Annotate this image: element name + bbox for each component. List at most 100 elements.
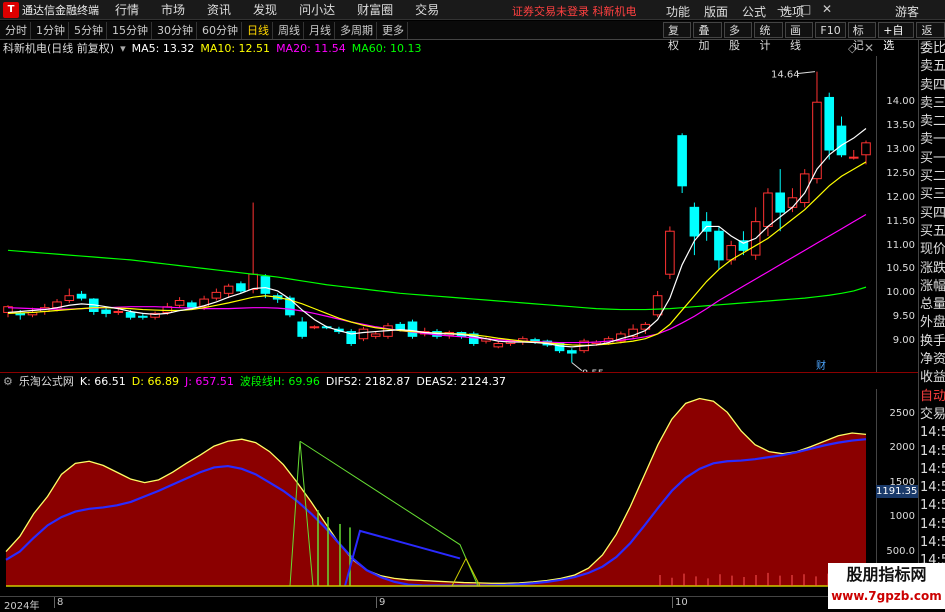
side-panel-item[interactable]: 换手 bbox=[919, 333, 945, 351]
side-panel-item[interactable]: 涨跌 bbox=[919, 260, 945, 278]
chevron-down-icon[interactable]: ▾ bbox=[120, 42, 126, 55]
side-panel-item[interactable]: 现价 bbox=[919, 241, 945, 259]
menu-trade[interactable]: 交易 bbox=[415, 1, 439, 18]
candle-body bbox=[248, 273, 258, 291]
side-panel-item[interactable]: 自动 bbox=[919, 388, 945, 406]
candle-body bbox=[787, 197, 798, 208]
period-monthly[interactable]: 月线 bbox=[306, 21, 335, 39]
tool-multi-stock[interactable]: 多股 bbox=[723, 22, 753, 52]
period-more[interactable]: 更多 bbox=[379, 21, 408, 39]
close-panel-icon[interactable]: ✕ bbox=[864, 41, 874, 55]
period-intraday[interactable]: 分时 bbox=[2, 21, 31, 39]
candle-body bbox=[763, 192, 773, 227]
candle-body bbox=[665, 230, 675, 275]
side-panel-item[interactable]: 14:56 bbox=[919, 516, 945, 534]
watermark-title: 股朋指标网 bbox=[846, 565, 927, 584]
high-pointer bbox=[796, 71, 816, 75]
candle-body bbox=[297, 321, 307, 337]
menu-news[interactable]: 资讯 bbox=[207, 1, 231, 18]
candle-body bbox=[652, 295, 663, 316]
price-tick: 13.50 bbox=[886, 120, 915, 132]
minimize-icon[interactable]: — bbox=[777, 2, 789, 16]
side-panel-item[interactable]: 卖三 bbox=[919, 95, 945, 113]
difs2-value: DIFS2: 2182.87 bbox=[325, 374, 411, 388]
settings-diamond-icon[interactable]: ◇ bbox=[848, 42, 856, 55]
guest-label[interactable]: 游客 bbox=[895, 3, 919, 20]
tool-mark[interactable]: 标记 bbox=[847, 22, 877, 52]
candlestick-chart[interactable]: 14.648.55财 bbox=[0, 56, 876, 373]
side-panel-item[interactable]: 卖四 bbox=[919, 77, 945, 95]
menu-discover[interactable]: 发现 bbox=[253, 1, 277, 18]
close-icon[interactable]: ✕ bbox=[822, 2, 832, 16]
tool-back[interactable]: 返回 bbox=[916, 22, 945, 52]
menu-layout[interactable]: 版面 bbox=[704, 3, 728, 20]
indicator-menu-icon[interactable]: ⚙ bbox=[3, 375, 13, 388]
candle-body bbox=[138, 315, 148, 318]
side-panel-item[interactable]: 14:56 bbox=[919, 461, 945, 479]
indicator-tick: 1000 bbox=[889, 511, 915, 523]
menu-quotes[interactable]: 行情 bbox=[115, 1, 139, 18]
menu-function[interactable]: 功能 bbox=[666, 3, 690, 20]
period-1min[interactable]: 1分钟 bbox=[33, 21, 69, 39]
login-notice[interactable]: 证券交易未登录 科新机电 bbox=[512, 3, 637, 19]
period-60min[interactable]: 60分钟 bbox=[199, 21, 242, 39]
side-panel-item[interactable]: 14:56 bbox=[919, 424, 945, 442]
period-30min[interactable]: 30分钟 bbox=[154, 21, 197, 39]
side-panel-item[interactable]: 买二 bbox=[919, 168, 945, 186]
indicator-tick: 2500 bbox=[889, 407, 915, 419]
tool-f10[interactable]: F10 bbox=[815, 22, 846, 38]
side-panel-item[interactable]: 买五 bbox=[919, 223, 945, 241]
period-5min[interactable]: 5分钟 bbox=[71, 21, 107, 39]
side-panel-item[interactable]: 买一 bbox=[919, 150, 945, 168]
watermark-url: www.7gpzb.com bbox=[831, 589, 942, 603]
candle-body bbox=[775, 192, 785, 213]
side-panel-item[interactable]: 涨幅 bbox=[919, 278, 945, 296]
side-panel-item[interactable]: 委比 bbox=[919, 40, 945, 58]
side-panel-item[interactable]: 买三 bbox=[919, 186, 945, 204]
side-panel-item[interactable]: 卖一 bbox=[919, 131, 945, 149]
tool-draw[interactable]: 画线 bbox=[784, 22, 814, 52]
tool-overlay[interactable]: 叠加 bbox=[693, 22, 722, 52]
watermark-logo: 股朋指标网 www.7gpzb.com bbox=[828, 563, 945, 609]
period-15min[interactable]: 15分钟 bbox=[109, 21, 152, 39]
menu-wealth[interactable]: 财富圈 bbox=[357, 1, 393, 18]
wave-value: 波段线H: 69.96 bbox=[239, 375, 320, 388]
menu-formula[interactable]: 公式 bbox=[742, 3, 766, 20]
tool-adjust[interactable]: 复权 bbox=[663, 22, 692, 52]
period-daily[interactable]: 日线 bbox=[244, 21, 273, 39]
side-panel-item[interactable]: 14:56 bbox=[919, 479, 945, 497]
price-tick: 10.00 bbox=[886, 287, 915, 299]
menu-market[interactable]: 市场 bbox=[161, 1, 185, 18]
deas2-value: DEAS2: 2124.37 bbox=[416, 374, 507, 388]
side-panel-item[interactable]: 总量 bbox=[919, 296, 945, 314]
price-tick: 13.00 bbox=[886, 144, 915, 155]
menu-ask[interactable]: 问小达 bbox=[299, 1, 335, 18]
side-panel-item[interactable]: 买四 bbox=[919, 205, 945, 223]
side-panel-item[interactable]: 交易 bbox=[919, 406, 945, 424]
indicator-chart[interactable] bbox=[0, 389, 876, 596]
side-panel-item[interactable]: 收益 bbox=[919, 369, 945, 387]
candle-body bbox=[101, 309, 111, 314]
app-logo-icon: T bbox=[3, 1, 19, 18]
period-multi[interactable]: 多周期 bbox=[337, 21, 377, 39]
side-panel-item[interactable]: 14:56 bbox=[919, 497, 945, 515]
tool-stats[interactable]: 统计 bbox=[754, 22, 783, 52]
app-title: 通达信金融终端 bbox=[22, 3, 99, 17]
side-panel-item[interactable]: 14:56 bbox=[919, 534, 945, 552]
indicator-info: ⚙ 乐淘公式网 K: 66.51 D: 66.89 J: 657.51 波段线H… bbox=[0, 373, 506, 389]
price-tick: 12.50 bbox=[886, 167, 915, 179]
tool-add-watchlist[interactable]: +自选 bbox=[878, 22, 915, 52]
side-panel-item[interactable]: 外盘 bbox=[919, 314, 945, 332]
candle-body bbox=[370, 333, 381, 337]
side-panel-item[interactable]: 14:56 bbox=[919, 443, 945, 461]
restore-icon[interactable]: □ bbox=[800, 2, 811, 16]
candle-body bbox=[309, 326, 320, 329]
side-panel-item[interactable]: 卖二 bbox=[919, 113, 945, 131]
indicator-tick: 2000 bbox=[889, 442, 915, 454]
candle-body bbox=[187, 302, 197, 309]
side-panel-item[interactable]: 净资 bbox=[919, 351, 945, 369]
indicator-name[interactable]: 乐淘公式网 bbox=[19, 373, 74, 389]
price-tick: 12.00 bbox=[886, 191, 915, 203]
period-weekly[interactable]: 周线 bbox=[275, 21, 304, 39]
side-panel-item[interactable]: 卖五 bbox=[919, 58, 945, 76]
